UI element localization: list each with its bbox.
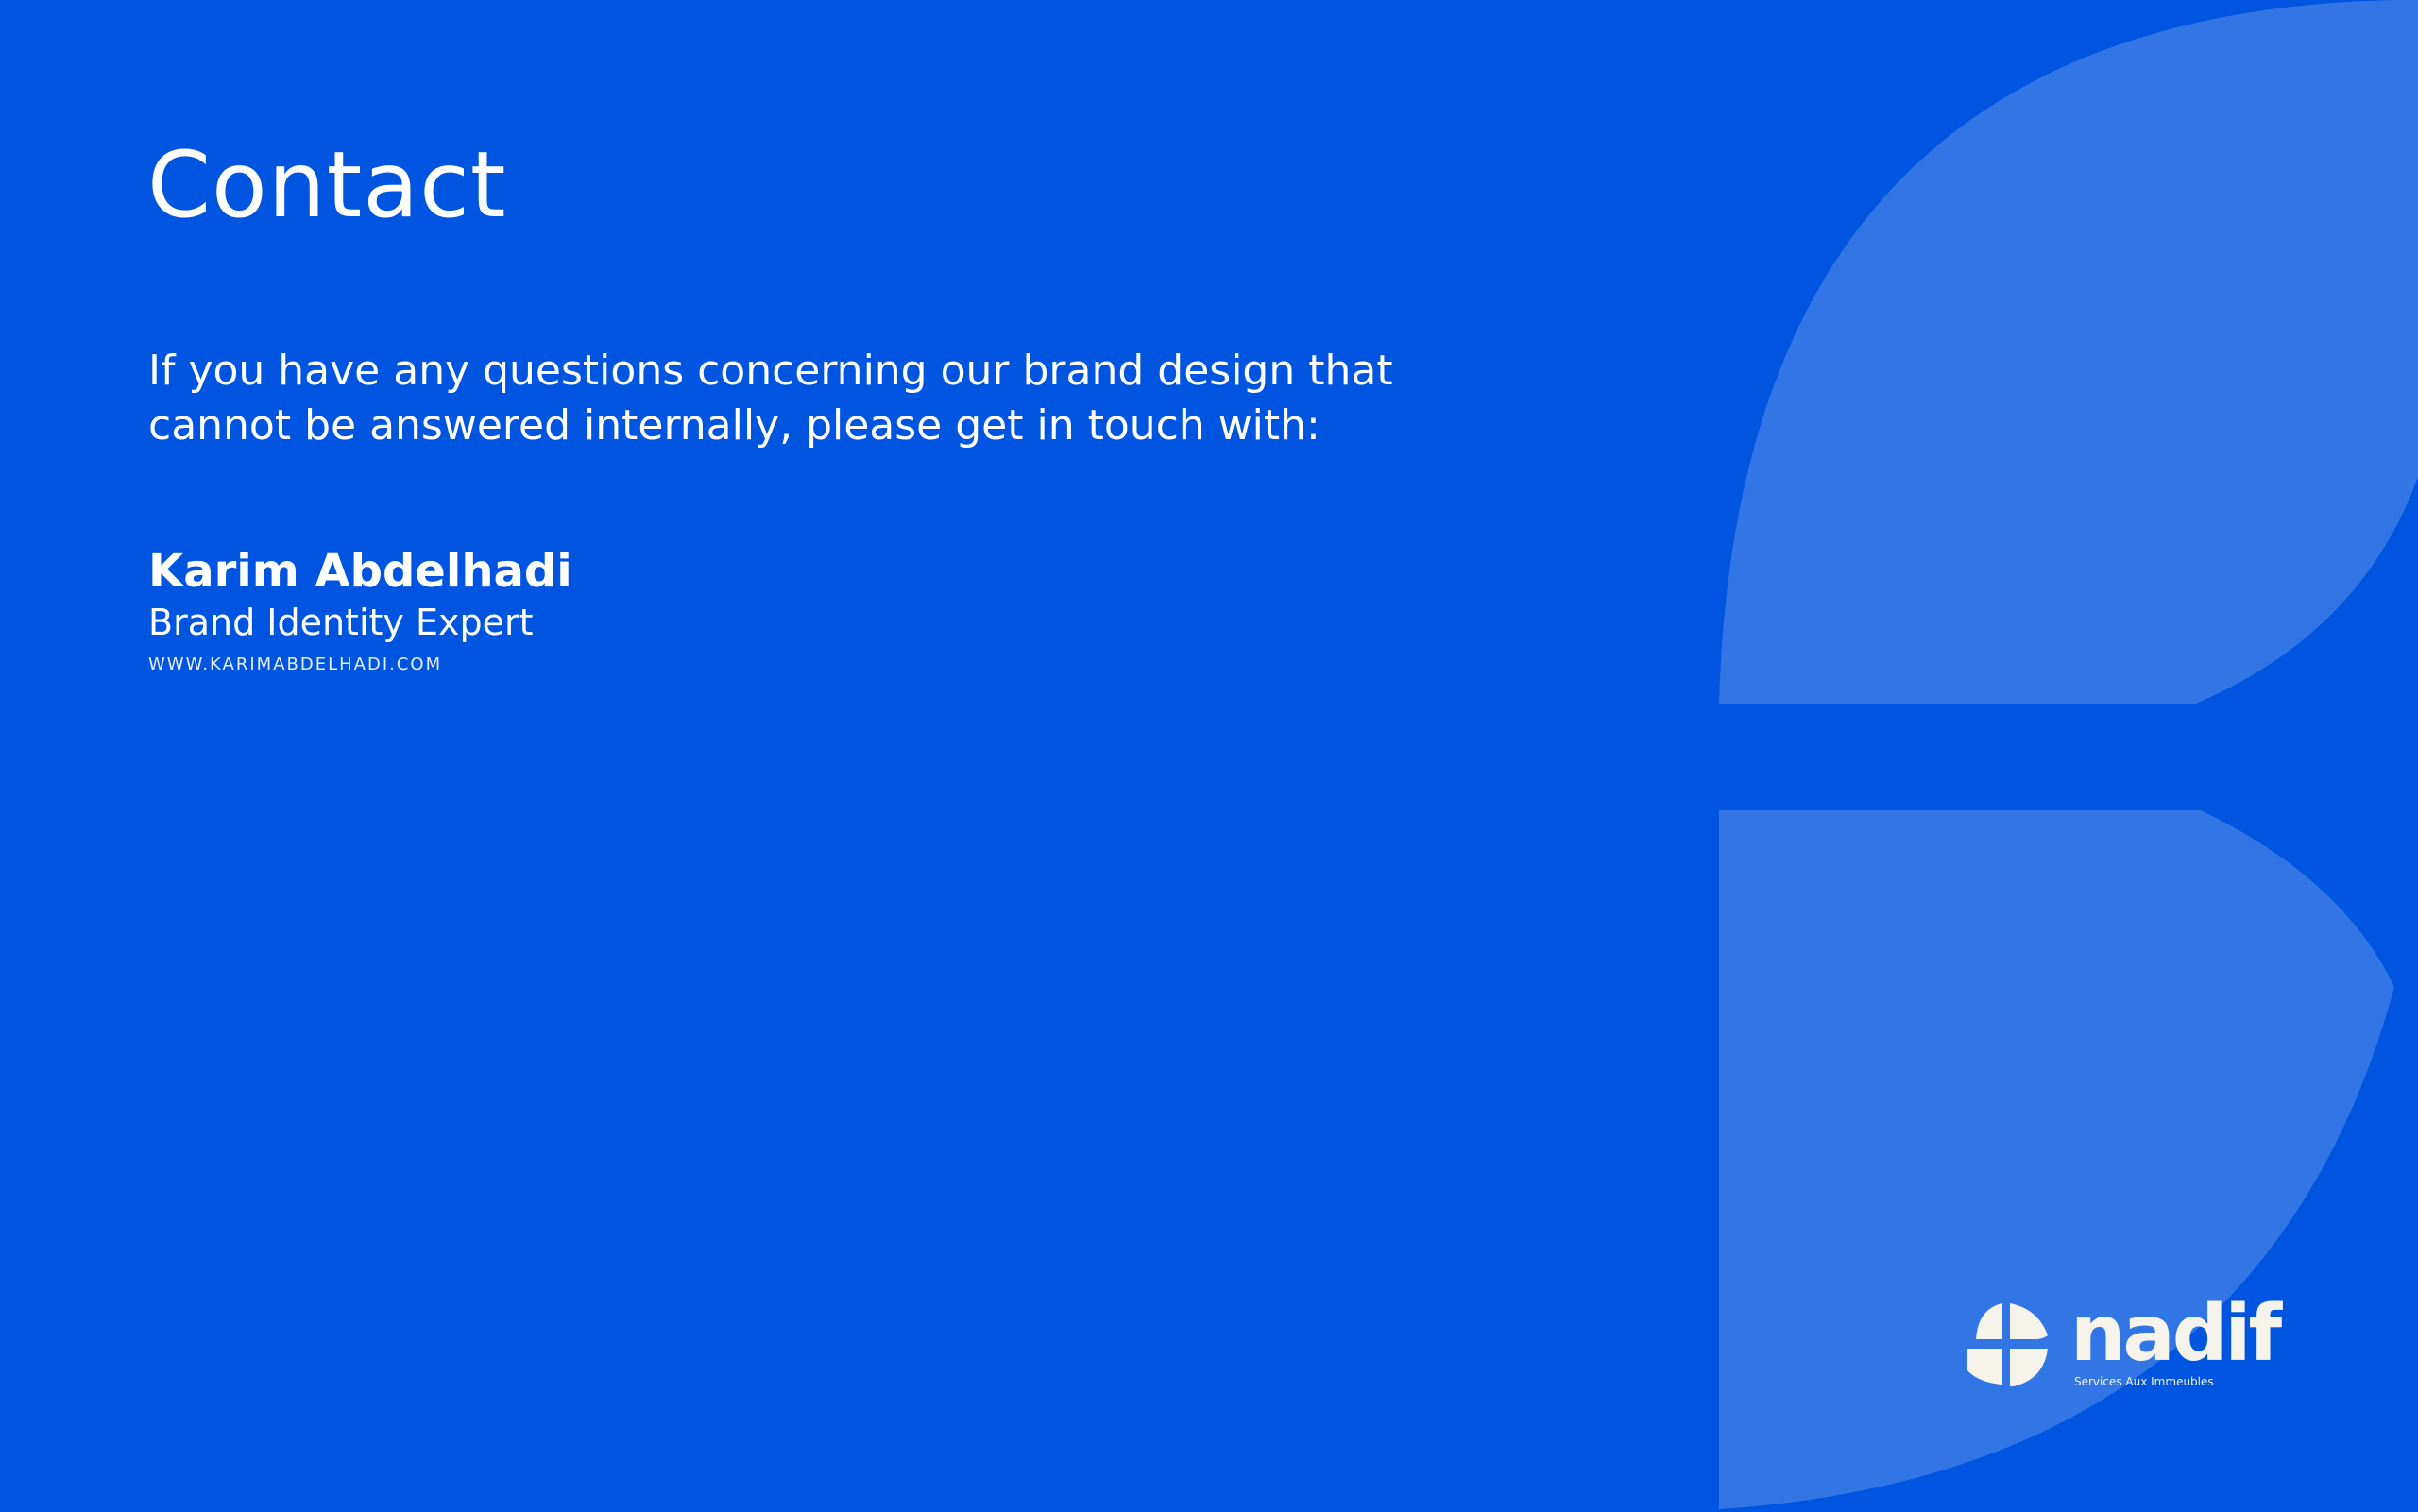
logo-wordmark: nadif [2070,1289,2282,1379]
contact-role: Brand Identity Expert [148,602,534,643]
upper-leaf-shape [1719,0,2418,704]
logo-mark-icon [1967,1303,2048,1386]
intro-line: If you have any questions concerning our… [148,347,1393,395]
intro-line: cannot be answered internally, please ge… [148,401,1320,450]
page-title: Contact [147,132,507,238]
contact-name: Karim Abdelhadi [148,545,572,598]
contact-website-link[interactable]: WWW.KARIMABDELHADI.COM [148,654,572,676]
lower-leaf-shape [1719,810,2394,1509]
contact-page: Contact If you have any questions concer… [0,0,2418,1512]
intro-text: If you have any questions concerning our… [148,344,1527,453]
nadif-logo: nadif Services Aux Immeubles [1965,1296,2295,1388]
contact-card: Karim Abdelhadi Brand Identity Expert WW… [148,544,572,676]
logo-tagline: Services Aux Immeubles [2074,1375,2214,1388]
